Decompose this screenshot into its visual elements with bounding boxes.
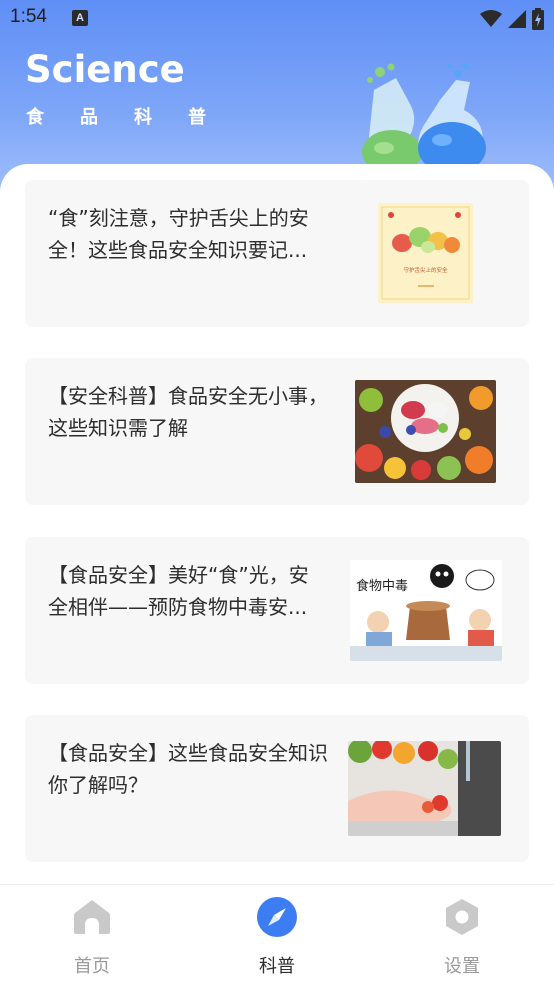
article-title: 【食品安全】这些食品安全知识你了解吗？ (48, 741, 328, 797)
compass-icon (257, 897, 297, 937)
tab-home[interactable]: 首页 (32, 885, 152, 984)
bottom-tab-bar: 首页 科普 设置 (0, 884, 554, 984)
settings-icon (446, 899, 478, 935)
home-icon (74, 900, 110, 934)
fruit-bowl-thumbnail (355, 380, 496, 483)
cartoon-text: 食物中毒 (356, 578, 408, 594)
tab-label: 首页 (74, 956, 110, 977)
tab-label: 设置 (444, 956, 480, 977)
article-list: “食”刻注意，守护舌尖上的安全！这些食品安全知识要记... 守护舌尖上的安全 【… (0, 164, 554, 884)
article-title: “食”刻注意，守护舌尖上的安全！这些食品安全知识要记... (48, 206, 309, 262)
status-time: 1:54 (10, 6, 47, 27)
tab-settings[interactable]: 设置 (402, 885, 522, 984)
cartoon-thumbnail: 食物中毒 (350, 560, 502, 661)
washing-vegetables-thumbnail (348, 741, 501, 836)
article-card[interactable]: 【食品安全】这些食品安全知识你了解吗？ (25, 715, 529, 862)
battery-icon (532, 8, 544, 30)
tab-science[interactable]: 科普 (217, 885, 337, 984)
wifi-icon (480, 10, 502, 27)
app-subtitle: 食品科普 (26, 107, 242, 128)
poster-thumbnail: 守护舌尖上的安全 (378, 203, 473, 303)
article-card[interactable]: 【安全科普】食品安全无小事，这些知识需了解 (25, 358, 529, 505)
poster-text: 守护舌尖上的安全 (403, 266, 448, 274)
article-title: 【食品安全】美好“食”光，安全相伴——预防食物中毒安... (48, 563, 309, 619)
article-card[interactable]: 【食品安全】美好“食”光，安全相伴——预防食物中毒安... 食物中毒 (25, 537, 529, 684)
science-flasks-illustration (362, 63, 486, 174)
signal-icon (508, 10, 526, 28)
article-title: 【安全科普】食品安全无小事，这些知识需了解 (48, 384, 328, 440)
app-title: Science (25, 48, 185, 91)
status-bar: 1:54 A (0, 0, 554, 38)
tab-label: 科普 (259, 956, 295, 977)
article-card[interactable]: “食”刻注意，守护舌尖上的安全！这些食品安全知识要记... 守护舌尖上的安全 (25, 180, 529, 327)
notification-icon: A (72, 10, 88, 26)
